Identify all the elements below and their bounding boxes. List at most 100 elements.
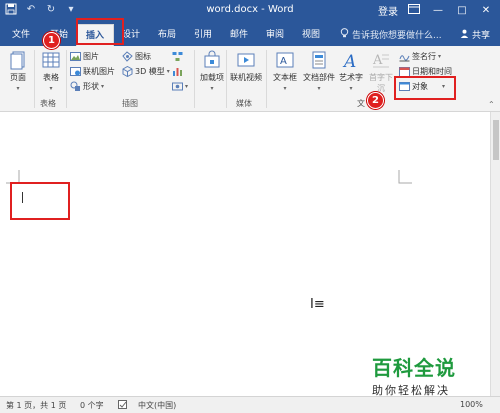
store-icon	[204, 50, 220, 68]
quick-access-toolbar: ↶ ↻ ▾	[4, 3, 78, 17]
icons-button[interactable]: 图标	[122, 50, 151, 63]
3d-model-button[interactable]: 3D 模型 ▾	[122, 65, 170, 78]
zoom-level[interactable]: 100%	[460, 400, 483, 409]
title-bar: ↶ ↻ ▾ word.docx - Word 登录 — □ ✕	[0, 0, 500, 22]
online-video-button[interactable]: 联机视频	[229, 50, 263, 83]
svg-text:A: A	[372, 53, 383, 68]
pages-icon	[10, 51, 25, 70]
chevron-down-icon: ▾	[317, 85, 321, 92]
picture-button[interactable]: 图片	[70, 50, 99, 63]
close-button[interactable]: ✕	[478, 4, 494, 18]
share-label: 共享	[471, 31, 490, 41]
tell-me-box[interactable]: 告诉我你想要做什么...	[340, 28, 442, 41]
group-separator	[194, 50, 195, 108]
group-label-tables: 表格	[40, 99, 56, 108]
page-count[interactable]: 第 1 页，共 1 页	[6, 400, 66, 411]
smartart-button[interactable]	[172, 50, 183, 63]
share-button[interactable]: 共享	[460, 28, 490, 41]
minimize-button[interactable]: —	[430, 4, 446, 18]
chart-icon	[173, 68, 182, 76]
quick-parts-label: 文档部件	[303, 73, 335, 82]
chart-button[interactable]	[172, 65, 183, 78]
svg-text:A: A	[280, 56, 287, 67]
icons-label: 图标	[135, 52, 151, 61]
screenshot-button[interactable]: ▾	[172, 80, 188, 93]
status-bar: 第 1 页，共 1 页 0 个字 中文(中国) 100%	[0, 396, 500, 413]
sign-in-link[interactable]: 登录	[378, 3, 398, 18]
chevron-down-icon: ▾	[210, 85, 214, 92]
watermark: 百科全说 助你轻松解决	[372, 352, 490, 398]
tab-review[interactable]: 审阅	[262, 26, 288, 44]
addins-button[interactable]: 加载项 ▾	[198, 50, 226, 92]
chevron-down-icon: ▾	[16, 85, 20, 92]
highlight-cursor-position	[10, 182, 70, 220]
table-icon	[42, 52, 60, 68]
undo-icon[interactable]: ↶	[24, 3, 38, 17]
vertical-scrollbar[interactable]	[490, 112, 500, 396]
screenshot-icon	[172, 82, 183, 91]
ribbon-display-options-icon[interactable]	[406, 3, 422, 18]
video-icon	[237, 53, 255, 67]
picture-label: 图片	[83, 52, 99, 61]
tab-mailings[interactable]: 邮件	[226, 26, 252, 44]
tell-me-label: 告诉我你想要做什么...	[352, 31, 442, 41]
tab-view[interactable]: 视图	[298, 26, 324, 44]
group-label-text: 文	[357, 99, 365, 108]
svg-text:A: A	[342, 52, 356, 70]
quick-parts-button[interactable]: 文档部件 ▾	[302, 50, 336, 92]
group-label-media: 媒体	[236, 99, 252, 108]
language-indicator[interactable]: 中文(中国)	[138, 400, 176, 411]
chevron-down-icon: ▾	[166, 68, 170, 75]
drop-cap-button[interactable]: A 首字下沉	[366, 50, 396, 94]
step-badge-1: 1	[43, 32, 60, 49]
save-icon[interactable]	[4, 3, 18, 17]
addins-label: 加载项	[200, 73, 224, 82]
highlight-object-button	[394, 76, 456, 100]
wordart-button[interactable]: A 艺术字 ▾	[336, 50, 366, 92]
highlight-insert-tab	[76, 18, 124, 45]
scrollbar-thumb[interactable]	[493, 120, 499, 160]
signature-icon	[399, 55, 410, 62]
chevron-down-icon: ▾	[283, 85, 287, 92]
icons-icon	[122, 51, 133, 62]
ribbon-tab-row: 文件 开始 插入 设计 布局 引用 邮件 审阅 视图 告诉我你想要做什么... …	[0, 22, 500, 46]
signature-line-button[interactable]: 签名行 ▾	[399, 50, 441, 63]
online-picture-icon	[70, 67, 81, 76]
pages-button[interactable]: 页面 ▾	[4, 50, 32, 92]
text-box-button[interactable]: A 文本框 ▾	[270, 50, 300, 92]
group-separator	[226, 50, 227, 108]
tab-layout[interactable]: 布局	[154, 26, 180, 44]
chevron-down-icon: ▾	[438, 53, 442, 60]
table-button[interactable]: 表格 ▾	[37, 50, 65, 92]
group-separator	[34, 50, 35, 108]
text-box-icon: A	[276, 52, 294, 68]
3d-model-label: 3D 模型	[135, 67, 165, 76]
chevron-down-icon: ▾	[185, 83, 189, 90]
shapes-label: 形状	[83, 82, 99, 91]
tab-references[interactable]: 引用	[190, 26, 216, 44]
picture-icon	[70, 52, 81, 61]
wordart-icon: A	[342, 52, 356, 70]
collapse-ribbon-icon[interactable]: ⌃	[488, 98, 495, 111]
shapes-button[interactable]: 形状 ▾	[70, 80, 104, 93]
shapes-icon	[70, 81, 80, 91]
drop-cap-icon: A	[372, 53, 389, 68]
smartart-icon	[172, 52, 183, 61]
signature-line-label: 签名行	[412, 52, 436, 61]
customize-qat-icon[interactable]: ▾	[64, 3, 78, 17]
online-video-label: 联机视频	[230, 73, 262, 82]
online-picture-button[interactable]: 联机图片	[70, 65, 115, 78]
lightbulb-icon	[340, 28, 349, 41]
chevron-down-icon: ▾	[49, 85, 53, 92]
drop-cap-label: 首字下沉	[369, 73, 393, 93]
tab-file[interactable]: 文件	[8, 26, 34, 44]
maximize-button[interactable]: □	[454, 4, 470, 18]
group-separator	[266, 50, 267, 108]
word-count[interactable]: 0 个字	[80, 400, 104, 411]
wordart-label: 艺术字	[339, 73, 363, 82]
mouse-ibeam-icon: I≡	[310, 297, 325, 312]
quick-parts-icon	[312, 51, 326, 69]
pages-label: 页面	[10, 73, 26, 82]
proofing-icon[interactable]	[118, 400, 128, 411]
redo-icon[interactable]: ↻	[44, 3, 58, 17]
